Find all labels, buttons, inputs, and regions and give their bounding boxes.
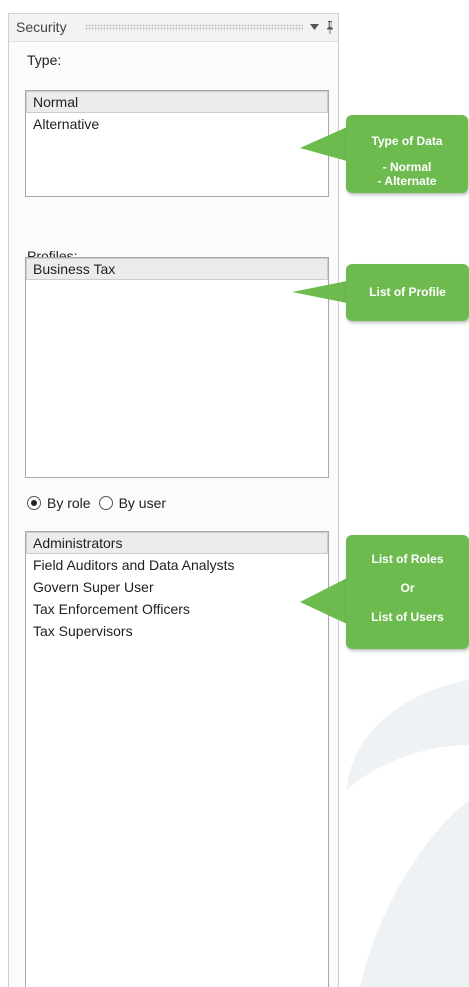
callout-type-normal: - Normal — [382, 160, 432, 174]
type-label: Type: — [27, 52, 62, 68]
type-listbox[interactable]: Normal Alternative — [25, 90, 329, 197]
role-item[interactable]: Tax Supervisors — [26, 620, 328, 642]
security-panel: Security Type: Normal Alternative Profil… — [8, 13, 339, 987]
view-mode-radio-group: By role By user — [27, 495, 166, 511]
callout-type-of-data: Type of Data - Normal - Alternate — [346, 115, 468, 193]
profiles-listbox[interactable]: Business Tax — [25, 257, 329, 478]
roles-listbox[interactable]: Administrators Field Auditors and Data A… — [25, 531, 329, 987]
role-item[interactable]: Administrators — [26, 532, 328, 554]
callout-type-title: Type of Data — [371, 134, 443, 148]
panel-title: Security — [16, 19, 67, 35]
by-user-radio[interactable] — [98, 496, 113, 510]
pin-icon[interactable] — [323, 19, 337, 35]
callout-list-of-roles-users: List of Roles Or List of Users — [346, 535, 469, 649]
callout-roles-title: List of Roles — [371, 552, 444, 566]
role-item[interactable]: Govern Super User — [26, 576, 328, 598]
type-item-normal[interactable]: Normal — [26, 91, 328, 113]
role-item[interactable]: Tax Enforcement Officers — [26, 598, 328, 620]
callout-type-alternate: - Alternate — [377, 174, 437, 188]
callout-users-title: List of Users — [371, 610, 444, 624]
dropdown-arrow-icon[interactable] — [307, 19, 321, 35]
by-role-radio[interactable] — [27, 496, 41, 510]
by-user-label[interactable]: By user — [119, 495, 166, 511]
type-item-alternative[interactable]: Alternative — [26, 113, 328, 135]
callout-roles-or: Or — [400, 581, 415, 595]
role-item[interactable]: Field Auditors and Data Analysts — [26, 554, 328, 576]
page: Security Type: Normal Alternative Profil… — [0, 0, 469, 987]
callout-profile-title: List of Profile — [369, 285, 446, 299]
panel-grip[interactable] — [85, 24, 303, 31]
by-role-label[interactable]: By role — [47, 495, 91, 511]
panel-header: Security — [9, 14, 338, 42]
callout-list-of-profile: List of Profile — [346, 264, 469, 321]
profile-item-business-tax[interactable]: Business Tax — [26, 258, 328, 280]
